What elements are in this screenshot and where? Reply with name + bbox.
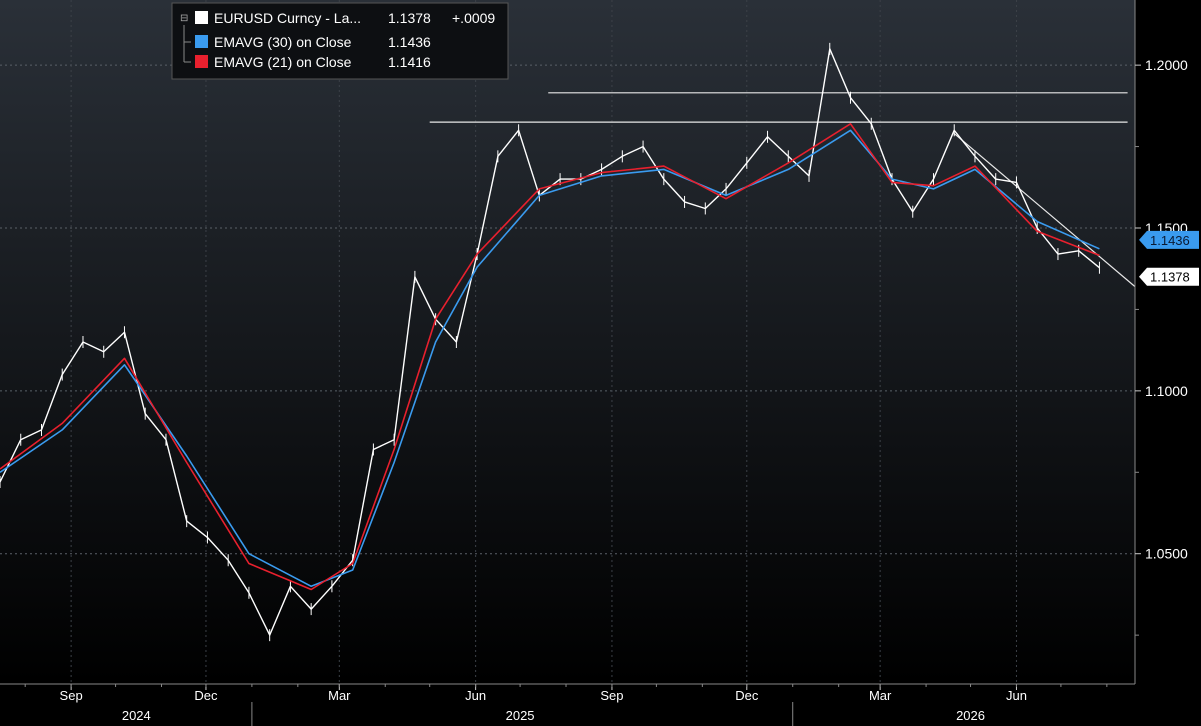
legend-swatch [195, 11, 208, 24]
x-tick-label: Dec [194, 688, 218, 703]
year-label: 2024 [122, 708, 151, 723]
legend-swatch [195, 55, 208, 68]
price-chart: 1.05001.10001.15001.2000 Sep Dec Mar Jun Sep… [0, 0, 1201, 726]
legend-item: EMAVG (30) on Close 1.1436 [195, 34, 431, 50]
legend-swatch [195, 35, 208, 48]
x-tick-label: Jun [1006, 688, 1027, 703]
y-tick-label: 1.1000 [1145, 383, 1188, 399]
legend-label: EMAVG (21) on Close [214, 54, 352, 70]
x-tick-label: Sep [60, 688, 83, 703]
x-tick-label: Jun [465, 688, 486, 703]
last-price-text: 1.1378 [1150, 270, 1190, 285]
x-tick-label: Sep [600, 688, 623, 703]
legend-item: EMAVG (21) on Close 1.1416 [195, 54, 431, 70]
legend-label: EMAVG (30) on Close [214, 34, 352, 50]
x-tick-label: Mar [869, 688, 892, 703]
year-label: 2025 [506, 708, 535, 723]
legend-label: EURUSD Curncy - La... [214, 10, 361, 26]
last-price-text: 1.1436 [1150, 233, 1190, 248]
axis-panel-right [1135, 0, 1201, 684]
year-label: 2026 [956, 708, 985, 723]
legend-value: 1.1416 [388, 54, 431, 70]
legend-value: 1.1378 [388, 10, 431, 26]
legend-change: +.0009 [452, 10, 495, 26]
plot-background [0, 0, 1135, 684]
x-tick-label: Mar [328, 688, 351, 703]
y-tick-label: 1.0500 [1145, 546, 1188, 562]
x-tick-label: Dec [735, 688, 759, 703]
legend-collapse-icon[interactable]: ⊟ [180, 13, 188, 24]
legend-box: ⊟ EURUSD Curncy - La... 1.1378 +.0009 EM… [171, 2, 509, 80]
legend-value: 1.1436 [388, 34, 431, 50]
y-tick-label: 1.2000 [1145, 57, 1188, 73]
